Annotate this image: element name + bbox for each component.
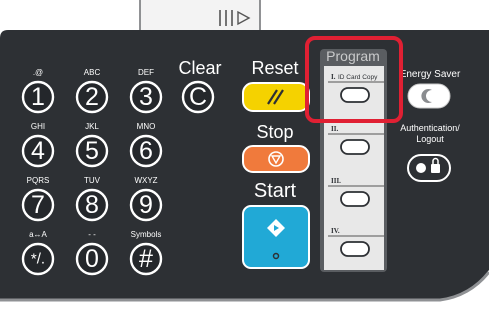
key-sublabel: WXYZ [134,176,157,185]
reset-button[interactable] [242,82,310,112]
keypad-key[interactable]: 1 [21,80,55,114]
key-glyph: 0 [85,245,99,273]
control-panel: .@ 1 ABC 2 DEF 3 GHI 4 JKL 5 MNO 6 PQRS 7 TUV 8 WXYZ 9 a↔A… [0,0,489,317]
key-glyph: 3 [139,83,153,111]
program-slot-button[interactable] [340,87,370,103]
key-sublabel: Symbols [131,230,162,239]
key-sublabel: DEF [138,68,154,77]
key-glyph: 8 [85,191,99,219]
keypad-key[interactable]: 9 [129,188,163,222]
key-glyph: 2 [85,83,99,111]
key-sublabel: JKL [85,122,99,131]
energy-saver-label: Energy Saver [400,69,461,80]
keypad-key[interactable]: # [129,242,163,276]
energy-saver-button[interactable] [407,83,451,109]
key-sublabel: MNO [137,122,156,131]
keypad-key[interactable]: 7 [21,188,55,222]
auth-label-line2: Logout [416,134,444,144]
key-sublabel: TUV [84,176,101,185]
key-glyph: */. [31,251,45,268]
auth-label-line1: Authentication/ [400,123,460,133]
keypad-key[interactable]: 2 [75,80,109,114]
stop-label: Stop [256,122,293,142]
program-slot-number: I. [331,73,336,81]
keypad-key[interactable]: 8 [75,188,109,222]
key-glyph: 7 [31,191,45,219]
program-slot-number: III. [331,177,341,185]
key-sublabel: PQRS [27,176,50,185]
keypad-key[interactable]: 4 [21,134,55,168]
key-glyph: 9 [139,191,153,219]
keypad-key[interactable]: 3 [129,80,163,114]
program-slot-button[interactable] [340,191,370,207]
program-slot-name: ID Card Copy [338,74,378,81]
start-button[interactable] [242,205,310,269]
key-glyph: 4 [31,137,45,165]
authentication-logout-button[interactable] [407,154,451,182]
key-glyph: 1 [31,83,45,111]
key-sublabel: ABC [84,68,101,77]
key-glyph: 5 [85,137,99,165]
keypad-key[interactable]: 6 [129,134,163,168]
keypad-key[interactable]: 5 [75,134,109,168]
program-slot-number: IV. [331,227,340,235]
key-sublabel: - - [88,230,96,239]
stop-button[interactable] [242,145,310,173]
program-title: Program [326,48,380,64]
keypad-key[interactable]: */. [21,242,55,276]
keypad-key[interactable]: 0 [75,242,109,276]
key-sublabel: a↔A [29,230,47,239]
reset-label: Reset [251,58,298,78]
clear-label: Clear [178,58,221,78]
key-sublabel: GHI [31,122,45,131]
program-slot-number: II. [331,125,338,133]
key-glyph: 6 [139,137,153,165]
panel-slider-tab[interactable] [139,0,261,35]
key-sublabel: .@ [33,68,43,77]
clear-key-glyph: C [189,83,207,111]
program-slot-button[interactable] [340,139,370,155]
clear-button[interactable]: C [181,80,215,114]
key-glyph: # [139,245,153,273]
start-label: Start [254,180,297,202]
program-slot-button[interactable] [340,241,370,257]
